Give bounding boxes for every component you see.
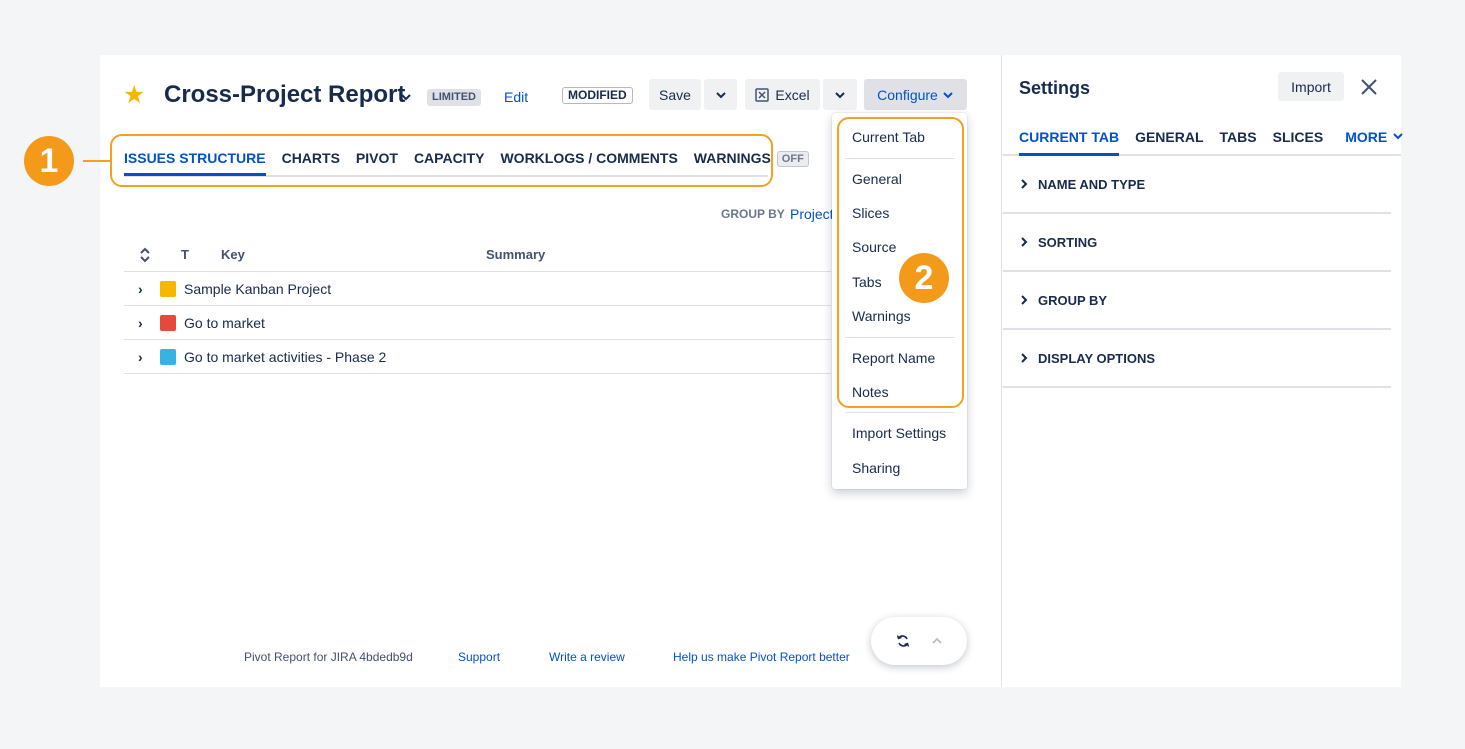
- chevron-down-icon[interactable]: [399, 90, 413, 104]
- group-by-label: GROUP BY: [721, 207, 785, 221]
- column-header-type[interactable]: T: [181, 247, 189, 262]
- expand-chevron-icon[interactable]: ›: [138, 349, 150, 365]
- more-label: MORE: [1345, 129, 1388, 145]
- excel-icon: [755, 87, 770, 102]
- favorite-star-icon[interactable]: ★: [123, 82, 149, 108]
- expand-chevron-icon[interactable]: ›: [138, 315, 150, 331]
- project-icon: [160, 349, 176, 365]
- menu-item-sharing[interactable]: Sharing: [852, 460, 900, 476]
- configure-label: Configure: [877, 86, 938, 103]
- row-key: Go to market activities - Phase 2: [184, 349, 387, 365]
- report-title[interactable]: Cross-Project Report: [164, 81, 405, 109]
- settings-tab-general[interactable]: GENERAL: [1135, 129, 1203, 156]
- chevron-down-icon: [1393, 133, 1403, 140]
- annotation-marker-1: 1: [24, 136, 74, 186]
- expand-chevron-icon[interactable]: ›: [138, 281, 150, 297]
- chevron-right-icon: [1021, 237, 1028, 247]
- warnings-off-badge: OFF: [776, 151, 809, 167]
- excel-dropdown-button[interactable]: [823, 79, 857, 110]
- column-header-summary[interactable]: Summary: [486, 247, 545, 262]
- chevron-down-icon: [835, 91, 845, 98]
- chevron-down-icon: [715, 91, 726, 98]
- project-icon: [160, 315, 176, 331]
- save-dropdown-button[interactable]: [704, 79, 737, 110]
- excel-label: Excel: [775, 86, 810, 103]
- chevron-right-icon: [1021, 295, 1028, 305]
- menu-separator: [845, 412, 955, 413]
- settings-tab-slices[interactable]: SLICES: [1273, 129, 1324, 156]
- footer-help-link[interactable]: Help us make Pivot Report better: [673, 650, 850, 664]
- row-key: Go to market: [184, 315, 265, 331]
- section-label: NAME AND TYPE: [1038, 176, 1146, 192]
- group-by-value[interactable]: Project: [790, 206, 834, 222]
- modified-badge: MODIFIED: [562, 87, 633, 104]
- edit-link[interactable]: Edit: [504, 89, 528, 105]
- settings-tab-more[interactable]: MORE: [1345, 129, 1404, 156]
- section-label: GROUP BY: [1038, 292, 1108, 308]
- save-button[interactable]: Save: [649, 79, 701, 110]
- table-row[interactable]: › Go to market activities - Phase 2: [124, 340, 831, 374]
- excel-export-button[interactable]: Excel: [745, 79, 820, 110]
- section-label: SORTING: [1038, 234, 1098, 250]
- chevron-right-icon: [1021, 179, 1028, 189]
- refresh-icon[interactable]: [896, 634, 910, 648]
- annotation-highlight-tabs: [110, 134, 773, 187]
- configure-button[interactable]: Configure: [864, 79, 967, 110]
- table-row[interactable]: › Sample Kanban Project: [124, 272, 831, 306]
- footer-review-link[interactable]: Write a review: [549, 650, 625, 664]
- footer-version: Pivot Report for JIRA 4bdedb9d: [244, 650, 413, 664]
- limited-badge: LIMITED: [427, 89, 481, 106]
- settings-tabs: CURRENT TAB GENERAL TABS SLICES MORE: [1019, 129, 1404, 156]
- sort-icon[interactable]: [139, 247, 151, 263]
- section-name-and-type[interactable]: NAME AND TYPE: [1003, 156, 1391, 214]
- footer-support-link[interactable]: Support: [458, 650, 500, 664]
- section-group-by[interactable]: GROUP BY: [1003, 272, 1391, 330]
- section-display-options[interactable]: DISPLAY OPTIONS: [1003, 330, 1391, 388]
- menu-item-import-settings[interactable]: Import Settings: [852, 425, 946, 441]
- annotation-marker-2: 2: [899, 253, 949, 303]
- scroll-up-icon[interactable]: [931, 635, 943, 647]
- section-label: DISPLAY OPTIONS: [1038, 350, 1156, 366]
- row-key: Sample Kanban Project: [184, 281, 332, 297]
- annotation-connector: [83, 160, 110, 162]
- section-sorting[interactable]: SORTING: [1003, 214, 1391, 272]
- settings-title: Settings: [1019, 78, 1091, 98]
- row-divider: [124, 373, 831, 374]
- chevron-right-icon: [1021, 353, 1028, 363]
- settings-tab-current-tab[interactable]: CURRENT TAB: [1019, 129, 1120, 156]
- chevron-down-icon: [943, 91, 953, 98]
- column-header-key[interactable]: Key: [221, 247, 245, 262]
- close-icon[interactable]: [1359, 77, 1379, 97]
- floating-actions: [871, 617, 967, 665]
- import-button[interactable]: Import: [1278, 72, 1344, 101]
- table-row[interactable]: › Go to market: [124, 306, 831, 340]
- annotation-highlight-menu: [837, 117, 964, 408]
- project-icon: [160, 281, 176, 297]
- settings-tab-tabs[interactable]: TABS: [1220, 129, 1257, 156]
